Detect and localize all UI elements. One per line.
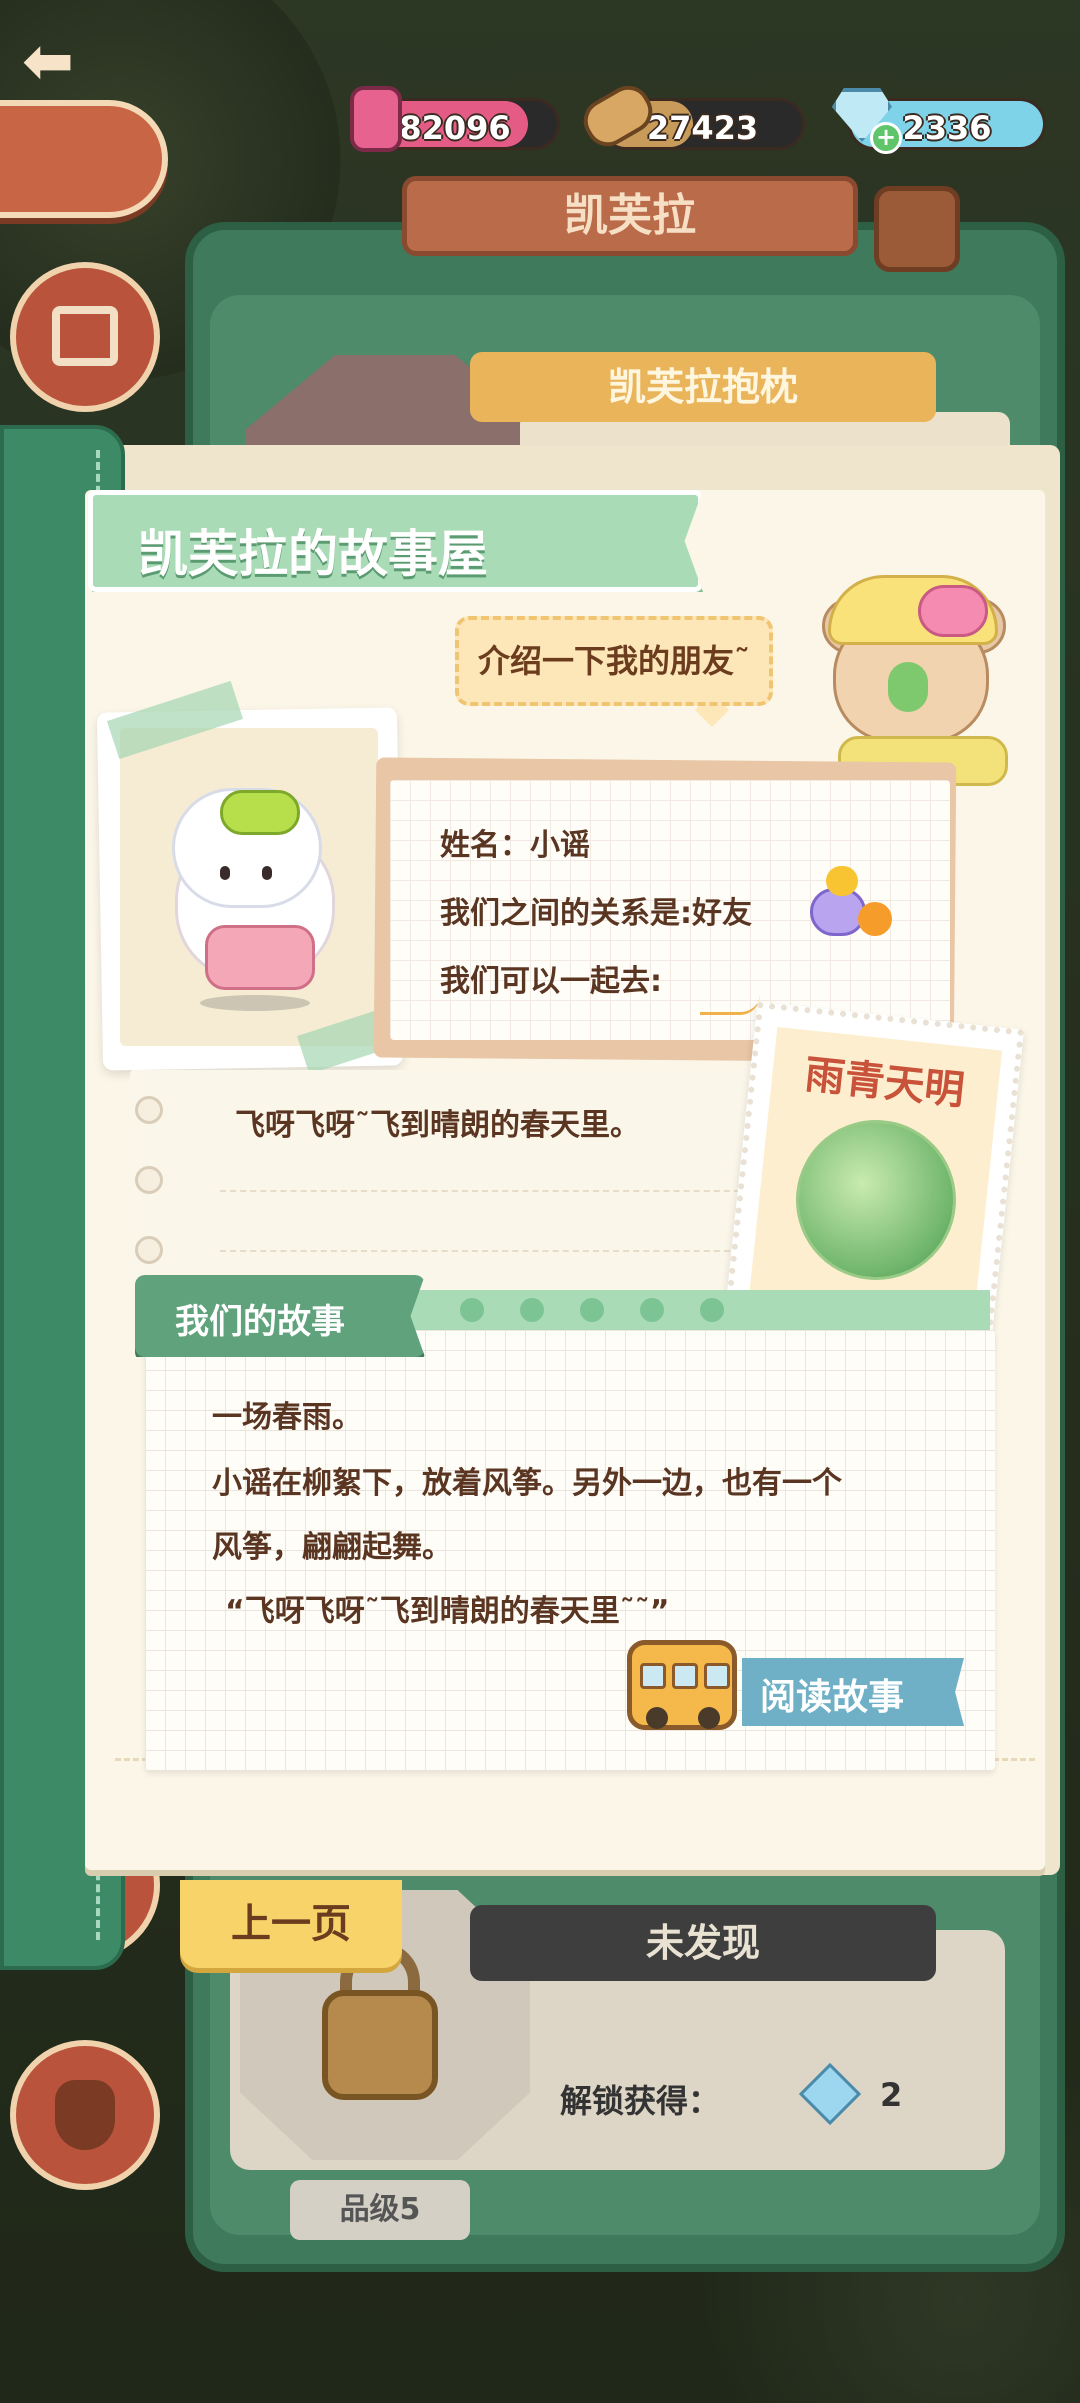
bear-patch <box>888 662 928 712</box>
speech-bubble: 介绍一下我的朋友˜ <box>455 616 773 706</box>
page-bottom-pattern <box>115 1758 1035 1838</box>
note-hole <box>135 1096 163 1124</box>
bus-icon <box>627 1640 737 1730</box>
bear-bow-icon <box>918 585 988 637</box>
story-line: “飞呀飞呀˜飞到晴朗的春天里˜˜” <box>225 1594 670 1629</box>
duck-icon <box>858 902 892 936</box>
green-bow-icon <box>220 790 300 835</box>
back-arrow-icon: ⬅ <box>22 24 74 97</box>
bus-wheel <box>646 1707 668 1729</box>
strip-dot <box>700 1298 724 1322</box>
bus-window <box>672 1663 698 1689</box>
windows-icon <box>52 306 118 366</box>
strip-dot <box>520 1298 544 1322</box>
bus-wheel <box>698 1707 720 1729</box>
note-line <box>220 1250 740 1252</box>
duck-icon <box>826 866 858 896</box>
story-line: 一场春雨。 <box>212 1400 362 1435</box>
notebook-title: 凯芙拉的故事屋 <box>138 525 488 583</box>
unlock-reward-label: 解锁获得： <box>560 2082 721 2120</box>
friend-name: 姓名：小谣 <box>440 828 590 863</box>
padlock-icon <box>322 1990 438 2100</box>
hand-pointer-icon <box>55 2080 115 2150</box>
strip-dot <box>580 1298 604 1322</box>
character-dress <box>205 925 315 990</box>
lyric-text: 飞呀飞呀˜飞到晴朗的春天里。 <box>235 1108 640 1143</box>
unlock-reward-count: 2 <box>880 2076 903 2114</box>
note-line <box>220 1190 740 1192</box>
undiscovered-tag: 未发现 <box>470 1905 936 1981</box>
add-gem-icon[interactable]: + <box>870 122 902 154</box>
read-story-label: 阅读故事 <box>760 1677 905 1718</box>
back-button[interactable] <box>0 100 168 218</box>
strip-dot <box>460 1298 484 1322</box>
friend-relation: 我们之间的关系是:好友 <box>440 896 752 931</box>
bus-window <box>640 1663 666 1689</box>
book-icon[interactable] <box>874 186 960 272</box>
story-line: 小谣在柳絮下，放着风筝。另外一边，也有一个 <box>212 1466 842 1501</box>
story-section-title: 我们的故事 <box>175 1302 345 1342</box>
note-hole <box>135 1166 163 1194</box>
collection-title: 凯芙拉 <box>402 176 858 256</box>
story-line: 风筝，翩翩起舞。 <box>212 1530 452 1565</box>
potion-jar-icon <box>350 86 402 152</box>
friend-destination: 我们可以一起去: <box>440 964 662 999</box>
previous-page-button[interactable]: 上一页 <box>180 1880 402 1968</box>
bus-window <box>704 1663 730 1689</box>
strip-dot <box>640 1298 664 1322</box>
character-eye-right <box>262 866 272 880</box>
note-hole <box>135 1236 163 1264</box>
item-name-tag: 凯芙拉抱枕 <box>470 352 936 422</box>
character-shadow <box>200 995 310 1011</box>
character-eye-left <box>220 866 230 880</box>
grade-tag: 品级5 <box>290 2180 470 2240</box>
